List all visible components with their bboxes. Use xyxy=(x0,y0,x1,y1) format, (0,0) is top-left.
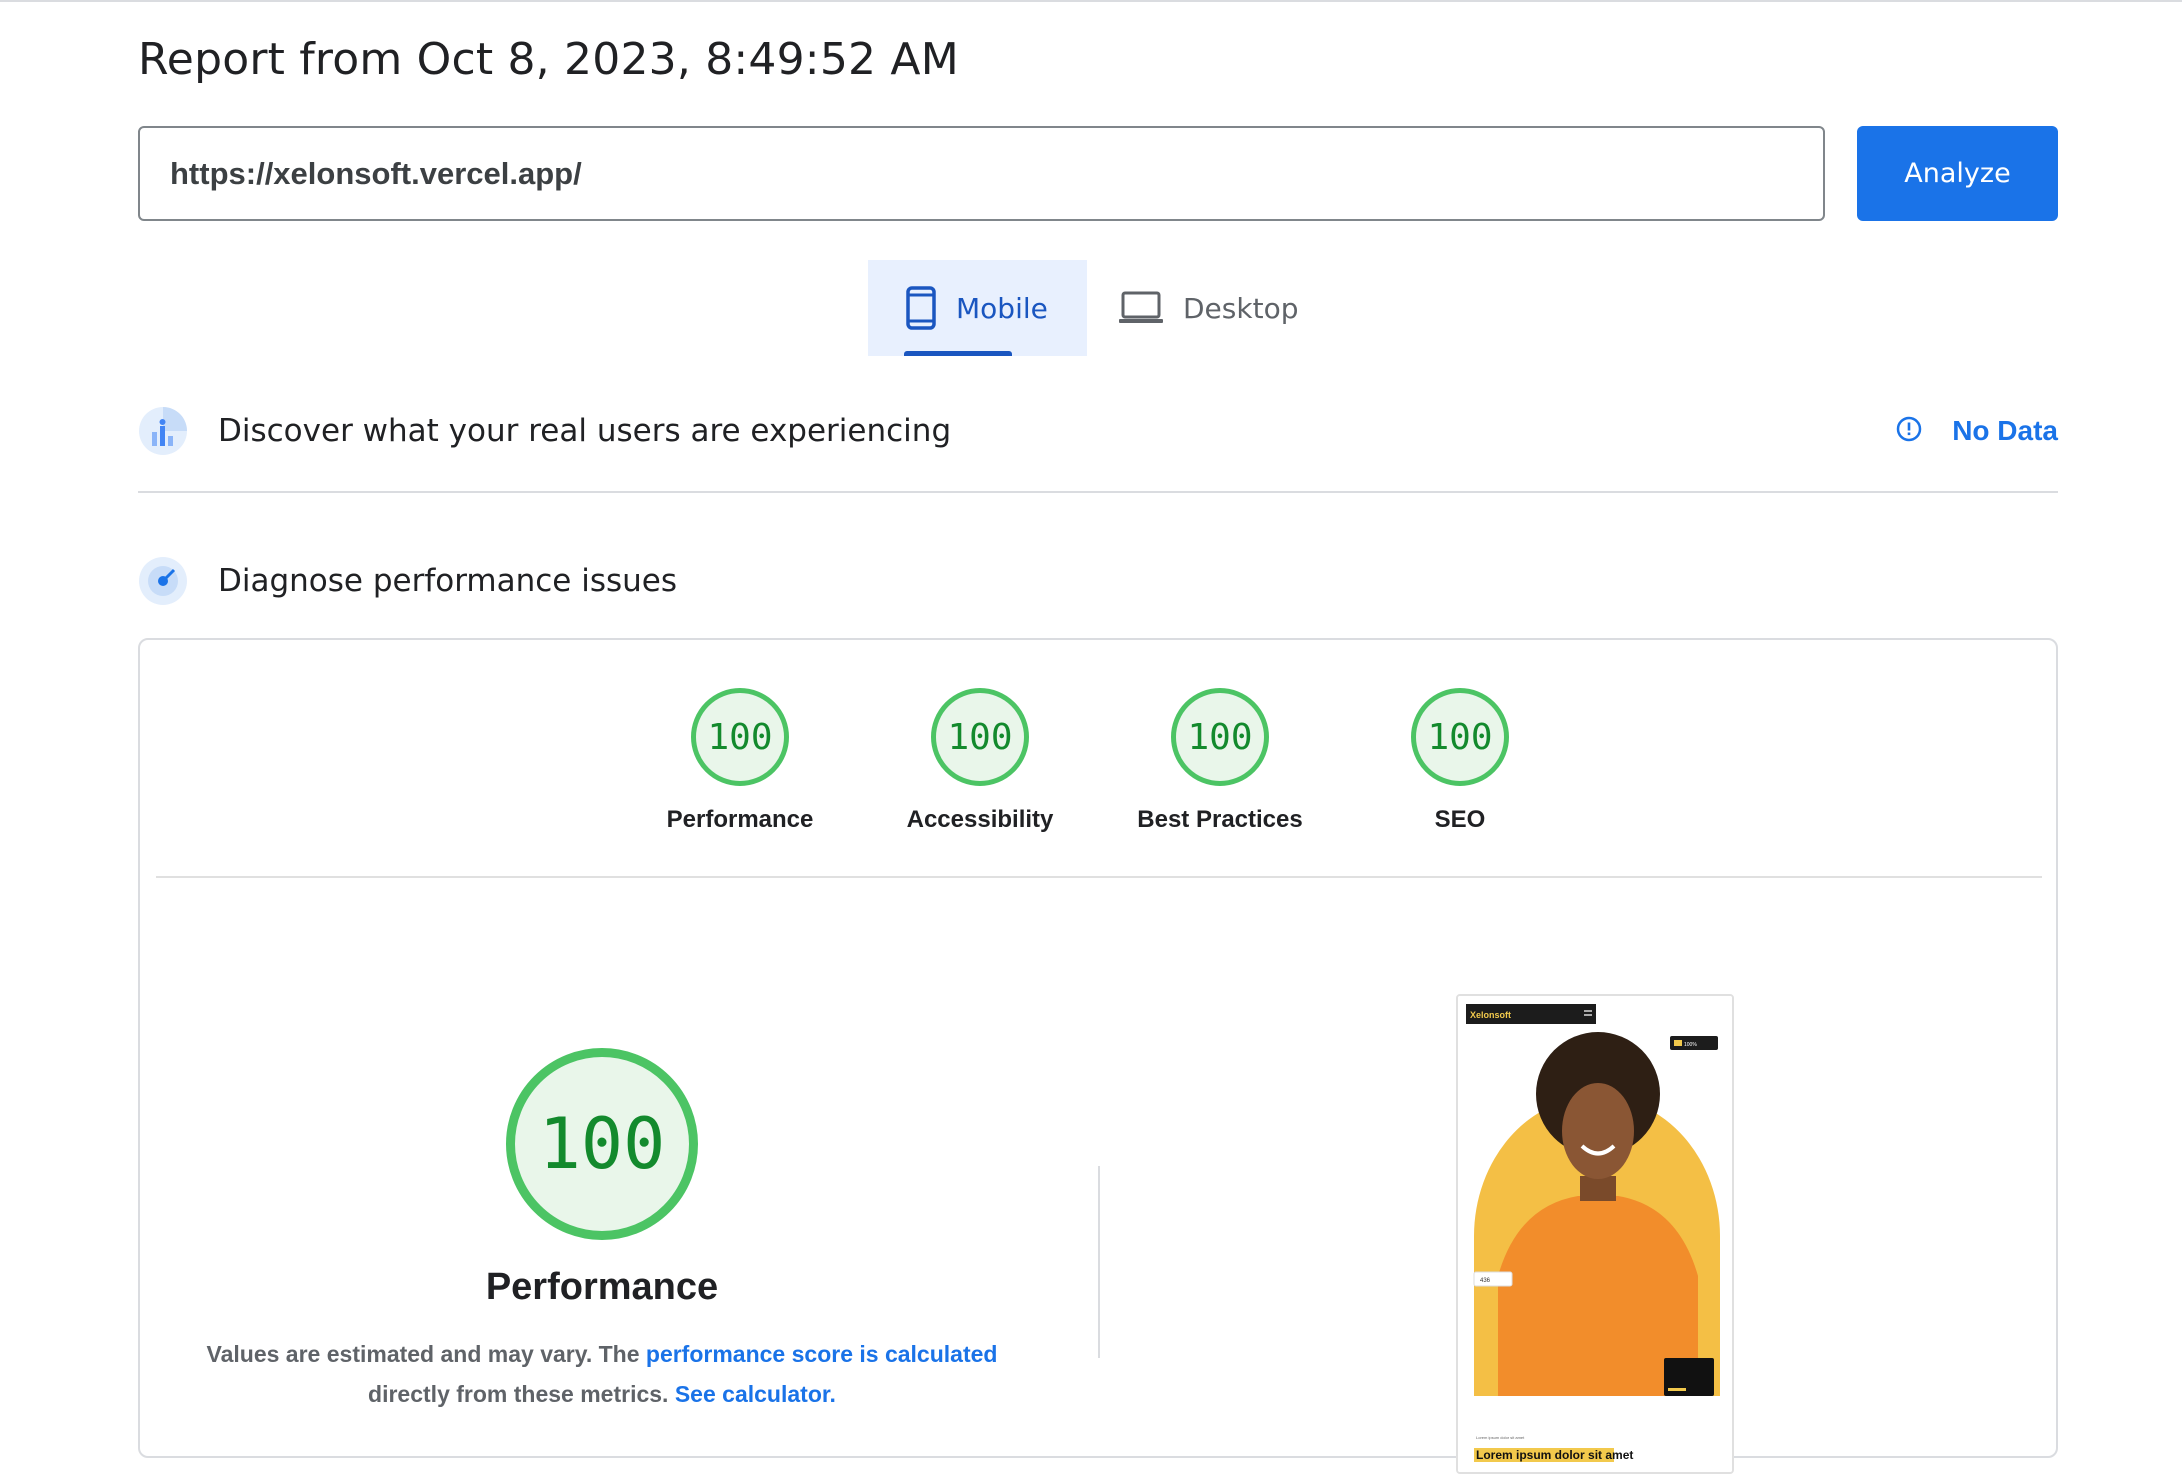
gauge-score: 100 xyxy=(1411,688,1509,786)
performance-title: Performance xyxy=(485,1266,719,1308)
tab-mobile[interactable]: Mobile xyxy=(868,260,1087,356)
score-calculation-link[interactable]: performance score is calculated xyxy=(646,1341,998,1367)
gauge-performance[interactable]: 100 Performance xyxy=(640,688,840,834)
screenshot-badge: 436 xyxy=(1480,1278,1491,1284)
performance-big-gauge: 100 xyxy=(506,1048,698,1240)
report-title: Report from Oct 8, 2023, 8:49:52 AM xyxy=(138,34,959,85)
gauge-label: Accessibility xyxy=(906,806,1054,833)
gauge-label: Performance xyxy=(666,806,814,833)
see-calculator-link[interactable]: See calculator. xyxy=(675,1381,836,1407)
gauge-score: 100 xyxy=(931,688,1029,786)
screenshot-brand: Xelonsoft xyxy=(1470,1010,1511,1020)
tab-mobile-label: Mobile xyxy=(956,291,1048,325)
performance-explanation: Values are estimated and may vary. The p… xyxy=(200,1334,1004,1414)
section-divider xyxy=(138,491,2058,493)
score-gauges: 100 Performance 100 Accessibility 100 Be… xyxy=(140,688,2056,833)
active-tab-indicator xyxy=(904,351,1012,356)
card-divider xyxy=(156,876,2042,878)
gauge-accessibility[interactable]: 100 Accessibility xyxy=(880,688,1080,834)
explanation-text: directly from these metrics. xyxy=(368,1381,675,1407)
gauge-score: 100 xyxy=(1171,688,1269,786)
vertical-divider xyxy=(1098,1166,1100,1358)
field-data-section: Discover what your real users are experi… xyxy=(138,406,2058,456)
gauge-best-practices[interactable]: 100 Best Practices xyxy=(1120,688,1320,834)
diagnose-icon xyxy=(138,556,188,606)
smartphone-icon xyxy=(906,286,936,330)
screenshot-face xyxy=(1562,1083,1634,1179)
gauge-score: 100 xyxy=(691,688,789,786)
screenshot-rating: 100% xyxy=(1684,1042,1697,1048)
no-data-label: No Data xyxy=(1952,415,2058,446)
page-screenshot-thumbnail: Xelonsoft 100% 436 Lorem ipsum dolor sit… xyxy=(1456,994,1734,1474)
laptop-icon xyxy=(1119,291,1163,325)
explanation-text: Values are estimated and may vary. The xyxy=(206,1341,646,1367)
screenshot-caption-rest: sit amet xyxy=(1585,1448,1634,1462)
field-data-title: Discover what your real users are experi… xyxy=(218,413,952,449)
screenshot-caption-highlight: Lorem ipsum dolor xyxy=(1476,1448,1585,1462)
tab-desktop[interactable]: Desktop xyxy=(1119,260,1319,356)
gauge-seo[interactable]: 100 SEO xyxy=(1360,688,1560,834)
tab-desktop-label: Desktop xyxy=(1183,291,1299,325)
top-border xyxy=(0,0,2182,2)
info-icon xyxy=(1896,416,1922,447)
diagnose-section: Diagnose performance issues xyxy=(138,556,2058,606)
analyze-button[interactable]: Analyze xyxy=(1857,126,2058,221)
gauge-label: SEO xyxy=(1434,806,1486,833)
gauge-label: Best Practices xyxy=(1137,806,1303,833)
users-chart-icon xyxy=(138,406,188,456)
svg-text:Lorem ipsum dolor sit amet: Lorem ipsum dolor sit amet xyxy=(1476,1448,1633,1462)
lighthouse-report-card: 100 Performance 100 Accessibility 100 Be… xyxy=(138,638,2058,1474)
no-data-indicator[interactable]: No Data xyxy=(1896,406,2058,456)
diagnose-title: Diagnose performance issues xyxy=(218,563,678,599)
url-input[interactable] xyxy=(138,126,1825,221)
